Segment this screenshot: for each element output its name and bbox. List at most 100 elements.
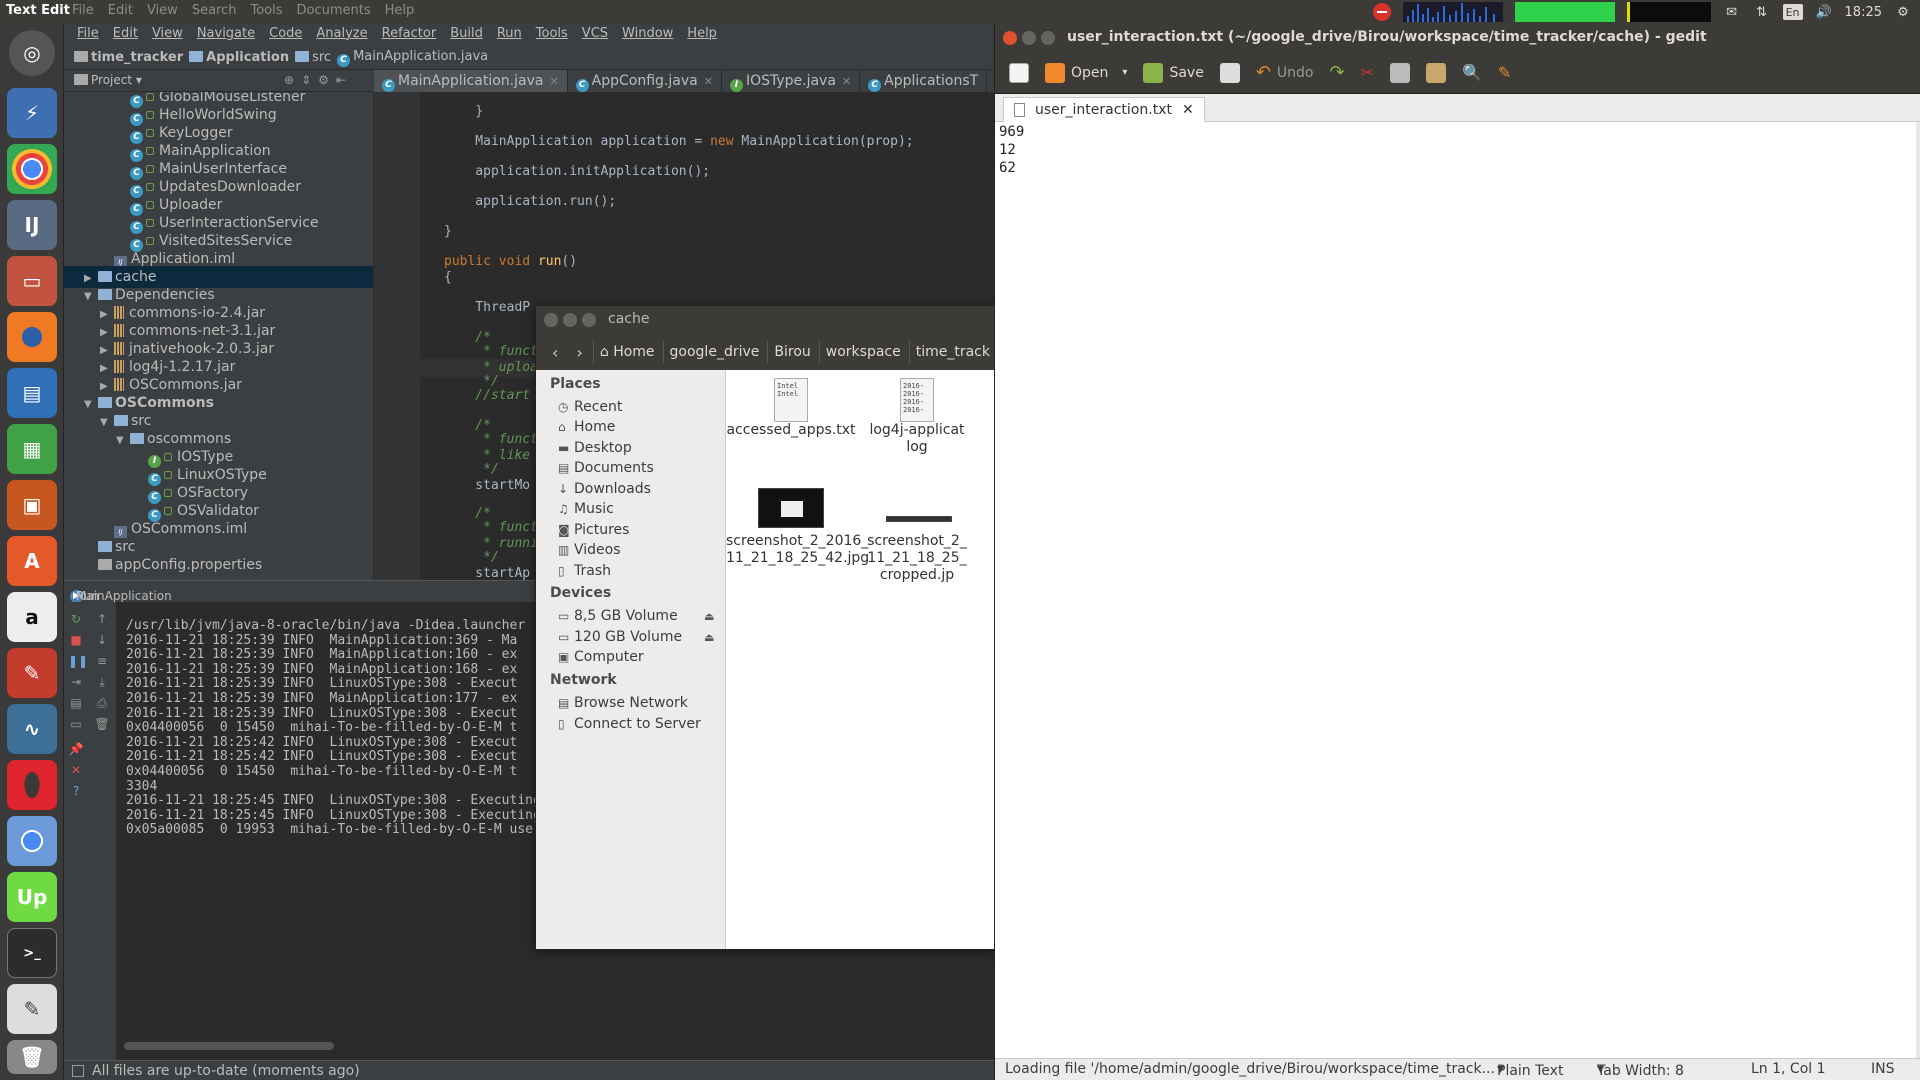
tab-appconfig[interactable]: C AppConfig.java ✕	[568, 70, 722, 92]
place-videos[interactable]: ▥ Videos	[558, 542, 621, 558]
text-file-icon[interactable]: Intel Intel	[774, 378, 808, 422]
global-menu-help[interactable]: Help	[385, 3, 415, 18]
maximize-window-icon[interactable]	[582, 313, 596, 327]
keyboard-layout-indicator[interactable]: En	[1782, 4, 1803, 20]
tab-applicationst[interactable]: C ApplicationsT	[860, 70, 988, 92]
back-button[interactable]: ‹	[544, 339, 566, 365]
breadcrumb-item[interactable]: Application	[189, 50, 289, 65]
pin-icon[interactable]: 📌	[68, 742, 84, 756]
breadcrumb-item[interactable]: src	[295, 50, 331, 65]
chevron-down-icon[interactable]: ▾	[1122, 67, 1127, 78]
global-menu-search[interactable]: Search	[192, 3, 237, 18]
ide-menu-analyze[interactable]: Analyze	[309, 24, 374, 46]
ide-menu-help[interactable]: Help	[680, 24, 724, 46]
place-downloads[interactable]: ↓ Downloads	[558, 481, 651, 497]
ide-menu-code[interactable]: Code	[262, 24, 309, 46]
close-icon[interactable]: ✕	[704, 75, 713, 88]
close-tab-icon[interactable]: ✕	[1182, 102, 1194, 118]
forward-button[interactable]: ›	[568, 339, 590, 365]
file-manager-icon[interactable]: ▭	[7, 256, 57, 306]
gear-icon[interactable]: ⚙	[318, 73, 329, 87]
global-menu-file[interactable]: File	[72, 3, 94, 18]
save-button[interactable]: Save	[1137, 58, 1209, 88]
path-time-tracker[interactable]: time_track	[908, 340, 994, 364]
clear-icon[interactable]: 🗑	[94, 717, 110, 731]
ide-menu-file[interactable]: File	[70, 24, 106, 46]
system-settings-apps-icon[interactable]: ⚡	[7, 88, 57, 138]
close-icon[interactable]: ✕	[68, 763, 84, 777]
scroll-up-icon[interactable]: ↑	[94, 612, 110, 626]
software-center-icon[interactable]: A	[7, 536, 57, 586]
image-thumbnail[interactable]	[886, 516, 952, 522]
rerun-icon[interactable]: ↻	[68, 612, 84, 626]
connect-to-server[interactable]: ▯ Connect to Server	[558, 716, 701, 732]
image-thumbnail[interactable]	[758, 488, 824, 528]
ide-menu-edit[interactable]: Edit	[106, 24, 145, 46]
minimize-window-icon[interactable]	[1022, 31, 1036, 45]
volume-icon[interactable]: 🔊	[1815, 4, 1833, 20]
tab-mainapplication[interactable]: C MainApplication.java ✕	[374, 70, 568, 92]
ide-menu-window[interactable]: Window	[615, 24, 680, 46]
global-menu-documents[interactable]: Documents	[297, 3, 371, 18]
ide-menu-vcs[interactable]: VCS	[575, 24, 615, 46]
upwork-icon[interactable]: Up	[7, 872, 57, 922]
file-name[interactable]: screenshot_2_ 11_21_18_25_ cropped.jp	[852, 533, 982, 584]
new-document-button[interactable]	[1003, 58, 1035, 88]
device-computer[interactable]: ▣ Computer	[558, 649, 644, 665]
breadcrumb-item[interactable]: time_tracker	[74, 50, 183, 65]
eject-icon[interactable]: ⏏	[704, 631, 714, 644]
print-icon[interactable]: ⎙	[94, 696, 110, 710]
close-icon[interactable]: ✕	[842, 75, 851, 88]
sync-icon[interactable]: ⊕	[284, 73, 294, 87]
eject-icon[interactable]: ⏏	[704, 610, 714, 623]
ide-menu-tools[interactable]: Tools	[529, 24, 575, 46]
firefox-icon[interactable]	[7, 312, 57, 362]
path-workspace[interactable]: workspace	[818, 340, 907, 364]
opera-icon[interactable]	[7, 760, 57, 810]
help-icon[interactable]: ?	[68, 784, 84, 798]
project-panel-title[interactable]: Project ▾	[74, 73, 142, 87]
system-tools-icon[interactable]: ✎	[7, 648, 57, 698]
chat-icon[interactable]: ✉	[1723, 4, 1741, 20]
dump-threads-icon[interactable]: ⇥	[68, 675, 84, 689]
place-trash[interactable]: ▯ Trash	[558, 563, 611, 579]
ide-menu-build[interactable]: Build	[443, 24, 490, 46]
chromium-icon[interactable]	[7, 816, 57, 866]
language-selector[interactable]: Plain Text ▾	[1497, 1061, 1563, 1079]
gear-icon[interactable]: ⚙	[1894, 4, 1912, 20]
hide-icon[interactable]: ⇤	[336, 73, 346, 87]
calc-icon[interactable]: ▦	[7, 424, 57, 474]
network-transfer-icon[interactable]: ⇅	[1753, 4, 1771, 20]
place-home[interactable]: ⌂ Home	[558, 419, 615, 435]
dash-home-icon[interactable]: ◎	[9, 30, 55, 76]
minimize-window-icon[interactable]	[563, 313, 577, 327]
path-home[interactable]: ⌂ Home	[592, 340, 661, 364]
path-google-drive[interactable]: google_drive	[662, 340, 766, 364]
tab-user-interaction[interactable]: user_interaction.txt ✕	[1003, 97, 1205, 122]
chrome-icon[interactable]	[7, 144, 57, 194]
close-window-icon[interactable]	[544, 313, 558, 327]
horizontal-scrollbar[interactable]	[124, 1042, 334, 1050]
text-editor-icon[interactable]: ✎	[7, 984, 57, 1034]
soft-wrap-icon[interactable]: ≡	[94, 654, 110, 668]
place-music[interactable]: ♫ Music	[558, 501, 614, 517]
copy-button[interactable]	[1384, 58, 1416, 88]
writer-icon[interactable]: ▤	[7, 368, 57, 418]
global-menu-view[interactable]: View	[147, 3, 178, 18]
open-button[interactable]: Open ▾	[1039, 58, 1133, 88]
place-recent[interactable]: ◷ Recent	[558, 399, 622, 415]
run-config-name[interactable]: MainApplication	[76, 589, 172, 603]
log-file-icon[interactable]: 2016- 2016- 2016- 2016-	[900, 378, 934, 422]
ide-menu-refactor[interactable]: Refactor	[375, 24, 444, 46]
tab-iostype[interactable]: I IOSType.java ✕	[722, 70, 861, 92]
terminal-icon[interactable]: >_	[7, 928, 57, 978]
tab-width-selector[interactable]: Tab Width: 8 ▾	[1597, 1061, 1684, 1079]
path-birou[interactable]: Birou	[767, 340, 816, 364]
print-button[interactable]	[1214, 58, 1246, 88]
ide-menu-run[interactable]: Run	[490, 24, 529, 46]
search-button[interactable]: 🔍	[1456, 58, 1488, 88]
global-menu-edit[interactable]: Edit	[108, 3, 133, 18]
ide-menu-navigate[interactable]: Navigate	[190, 24, 262, 46]
undo-button[interactable]: ↶ Undo	[1250, 58, 1320, 88]
paste-button[interactable]	[1420, 58, 1452, 88]
